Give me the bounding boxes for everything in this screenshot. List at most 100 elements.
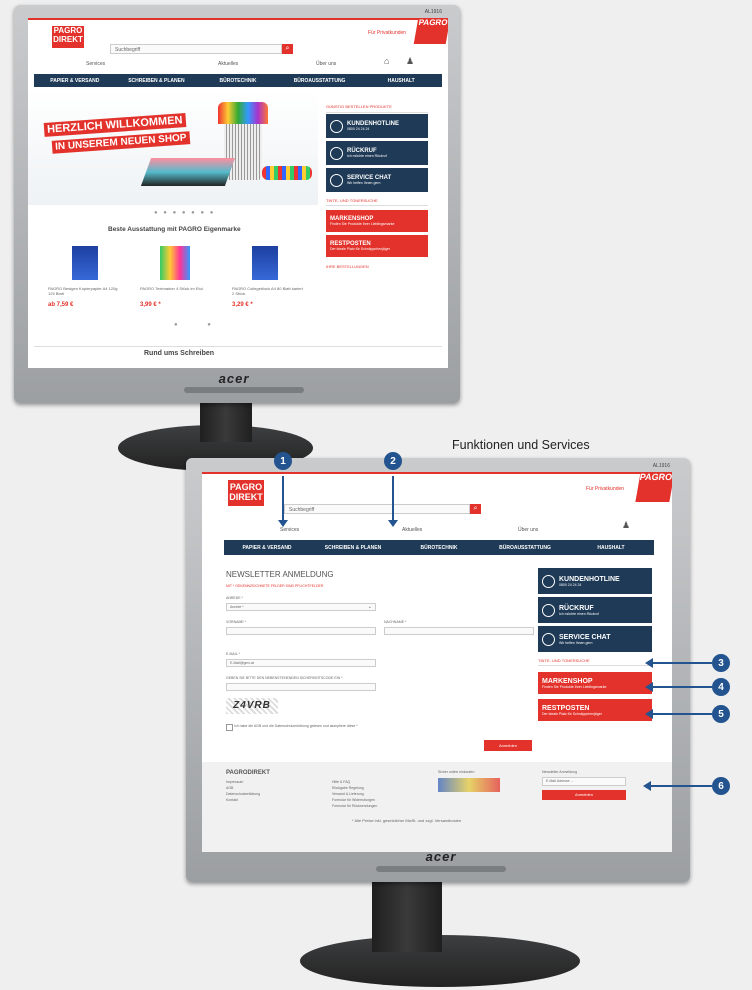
footer-link-rueckgabe[interactable]: Rückgabe Regelung (332, 786, 364, 790)
search-button-2[interactable]: ⌕ (470, 504, 481, 514)
product-name-1[interactable]: PAGRO Bestgen Kopierpapier A4 120g 125 B… (48, 286, 122, 296)
product-pager-icon[interactable]: ● ● (174, 322, 225, 328)
account-icon[interactable]: ♟ (406, 56, 414, 67)
agb-checkbox[interactable] (226, 724, 233, 731)
search-input[interactable]: Suchbegriff (110, 44, 282, 54)
callout-6-arrowhead-icon (643, 781, 651, 791)
monitor-top-model: AL1916 (424, 9, 442, 15)
side-tinte-link[interactable]: TINTE- UND TONERSUCHE (326, 198, 428, 206)
nav-top-aktuelles-2[interactable]: Aktuelles (402, 527, 422, 533)
side-hotline-button[interactable]: KUNDENHOTLINE 0800 24 24 24 (326, 114, 428, 138)
vorname-label: VORNAME * (226, 620, 247, 624)
menu-papier-2[interactable]: PAPIER & VERSAND (224, 540, 310, 555)
side-tinte-link-2[interactable]: TINTE- UND TONERSUCHE (538, 658, 652, 666)
select-chevron-icon: ⌄ (367, 604, 372, 610)
side-restposten-button-2[interactable]: RESTPOSTEN Der ideale Platz für Schnäppch… (538, 699, 652, 721)
side-hotline-button-2[interactable]: KUNDENHOTLINE 0800 24 24 24 (538, 568, 652, 594)
product-image-1[interactable] (72, 246, 98, 280)
site-logo[interactable]: PAGRO DIREKT (52, 26, 84, 48)
caption: Funktionen und Services (452, 438, 590, 452)
top-link-privatkunden-2[interactable]: Für Privatkunden (586, 486, 624, 492)
captcha-input[interactable] (226, 683, 376, 691)
callout-2-arrow (392, 476, 394, 524)
side-chat-button[interactable]: SERVICE CHAT Wir helfen Ihnen gern (326, 168, 428, 192)
side-orders-link[interactable]: IHRE BESTELLUNGEN (326, 264, 428, 269)
product-price-3: 3,29 € * (232, 302, 253, 308)
side-callback-button[interactable]: RÜCKRUF Ich möchte einen Rückruf (326, 141, 428, 165)
side-chat-button-2[interactable]: SERVICE CHAT Wir helfen Ihnen gern (538, 626, 652, 652)
footer-link-widerruf[interactable]: Formular für Widerrufungen (332, 798, 375, 802)
top-link-privatkunden[interactable]: Für Privatkunden (368, 30, 406, 36)
product-image-3[interactable] (252, 246, 278, 280)
cart-icon[interactable]: ⌂ (384, 56, 389, 66)
side-restposten-button[interactable]: RESTPOSTEN Der ideale Platz für Schnäppch… (326, 235, 428, 257)
menu-haushalt[interactable]: HAUSHALT (360, 74, 442, 87)
menu-bueroausstattung-2[interactable]: BÜROAUSSTATTUNG (482, 540, 568, 555)
callout-2-arrowhead-icon (388, 520, 398, 527)
account-icon-2[interactable]: ♟ (622, 520, 630, 531)
nav-top-aktuelles[interactable]: Aktuelles (218, 61, 238, 67)
footer-newsletter-input[interactable]: E-Mail Adresse ... (542, 777, 626, 786)
callout-1: 1 (274, 452, 292, 470)
footer-link-hilfe[interactable]: Hilfe & FAQ (332, 780, 350, 784)
side-callback-button-2[interactable]: RÜCKRUF Ich möchte einen Rückruf (538, 597, 652, 623)
monitor-bottom-model: AL1916 (652, 463, 670, 469)
monitor-top-buttons (184, 387, 304, 393)
callout-5-arrowhead-icon (645, 709, 653, 719)
menu-haushalt-2[interactable]: HAUSHALT (568, 540, 654, 555)
site-logo-2[interactable]: PAGRO DIREKT (228, 480, 264, 506)
callback-icon-2 (542, 603, 555, 617)
carousel-dots[interactable]: ● ● ● ● ● ● ● (154, 210, 224, 216)
callout-4: 4 (712, 678, 730, 696)
menu-schreiben[interactable]: SCHREIBEN & PLANEN (116, 74, 198, 87)
side-promo-label[interactable]: GÜNSTIG BESTELLEN PRODUKTE (326, 104, 428, 113)
footer-link-impressum[interactable]: Impressum (226, 780, 243, 784)
chat-icon-2 (542, 632, 555, 646)
menu-papier[interactable]: PAPIER & VERSAND (34, 74, 116, 87)
callout-6-arrow (650, 785, 712, 787)
menu-bueroausstattung[interactable]: BÜROAUSSTATTUNG (279, 74, 361, 87)
nav-top-ueber-uns-2[interactable]: Über uns (518, 527, 538, 533)
banner-pencils (218, 102, 268, 124)
menu-buerotechnik-2[interactable]: BÜROTECHNIK (396, 540, 482, 555)
footer-link-kontakt[interactable]: Kontakt (226, 798, 238, 802)
banner-clips (262, 166, 312, 180)
monitor-bottom-stand (372, 880, 442, 952)
search-placeholder: Suchbegriff (115, 47, 141, 53)
nav-top-services-2[interactable]: Services (280, 527, 299, 533)
side-markenshop-button-2[interactable]: MARKENSHOP Finden Sie Produkte Ihrer Lieb… (538, 672, 652, 694)
footer-link-datenschutz[interactable]: Datenschutzerklärung (226, 792, 260, 796)
footer-link-versand[interactable]: Versand & Lieferung (332, 792, 364, 796)
trust-seal-icon[interactable] (438, 778, 500, 792)
search-input-2[interactable]: Suchbegriff (284, 504, 470, 514)
footer-link-agb[interactable]: AGB (226, 786, 233, 790)
main-menu-2: PAPIER & VERSAND SCHREIBEN & PLANEN BÜRO… (224, 540, 654, 555)
vorname-input[interactable] (226, 627, 376, 635)
footer-newsletter-button[interactable]: Anmelden (542, 790, 626, 800)
side-markenshop-button[interactable]: MARKENSHOP Finden Sie Produkte Ihrer Lieb… (326, 210, 428, 232)
captcha-image: Z4VRB (226, 698, 278, 714)
nav-top-services[interactable]: Services (86, 61, 105, 67)
nachname-label: NACHNAME * (384, 620, 407, 624)
anrede-select[interactable]: Anrede * ⌄ (226, 603, 376, 611)
nachname-input[interactable] (384, 627, 534, 635)
nav-top-ueber-uns[interactable]: Über uns (316, 61, 336, 67)
email-input[interactable]: E-Mail@gmx.at (226, 659, 376, 667)
footer-link-ruecksendung[interactable]: Formular für Rücksendungen (332, 804, 377, 808)
product-name-3[interactable]: PAGRO Collegeblock A4 80 Blatt kariert 2… (232, 286, 306, 296)
footer-brand: PAGRODIREKT (226, 770, 270, 776)
product-price-1: ab 7,59 € (48, 302, 74, 308)
callout-1-arrow (282, 476, 284, 524)
screen-bottom: PAGRO DIREKT Suchbegriff ⌕ Für Privatkund… (202, 472, 672, 852)
callout-3: 3 (712, 654, 730, 672)
menu-schreiben-2[interactable]: SCHREIBEN & PLANEN (310, 540, 396, 555)
product-image-2[interactable] (160, 246, 190, 280)
monitor-top-brand: acer (218, 371, 250, 386)
menu-buerotechnik[interactable]: BÜROTECHNIK (197, 74, 279, 87)
captcha-label: GEBEN SIE BITTE DEN NEBENSTEHENDEN SICHE… (226, 676, 343, 680)
form-submit-button[interactable]: Anmelden (484, 740, 532, 751)
product-name-2[interactable]: PAGRO Textmarker 4 Stück im Etui (140, 286, 214, 291)
search-button[interactable]: ⌕ (282, 44, 293, 54)
callout-4-arrowhead-icon (645, 682, 653, 692)
callout-3-arrow (652, 662, 712, 664)
